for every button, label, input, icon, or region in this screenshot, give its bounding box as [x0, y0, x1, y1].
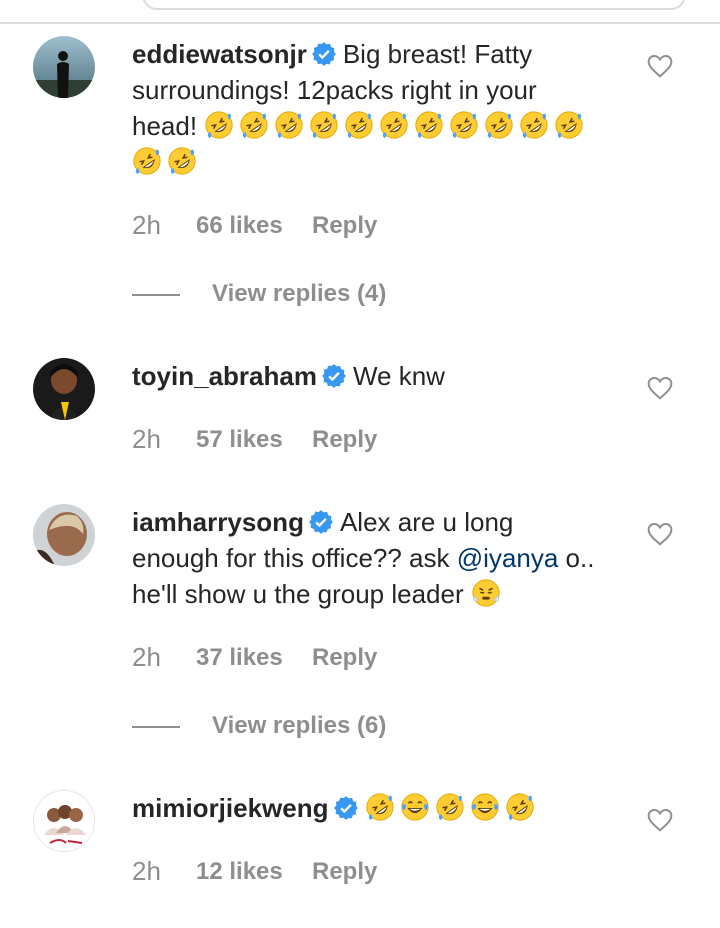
- rofl-emoji-icon: [168, 147, 196, 175]
- divider: [0, 22, 720, 24]
- top-bar: [0, 0, 720, 26]
- mention-link[interactable]: @iyanya: [457, 543, 559, 573]
- joy-emoji-icon: [400, 793, 429, 821]
- comment-username[interactable]: mimiorjiekweng: [132, 793, 329, 823]
- rofl-emoji-icon: [485, 111, 513, 139]
- comment-body: mimiorjiekweng: [132, 790, 602, 826]
- comment-time: 2h: [132, 856, 161, 886]
- rofl-emoji-icon: [415, 111, 443, 139]
- emoji-row: [365, 793, 540, 823]
- heart-outline-icon[interactable]: [647, 808, 673, 832]
- likes-count[interactable]: 37 likes: [196, 644, 283, 672]
- rofl-emoji-icon: [240, 111, 268, 139]
- replies-dash: [132, 294, 180, 296]
- reply-button[interactable]: Reply: [312, 212, 377, 240]
- view-replies-label[interactable]: View replies (4): [212, 280, 386, 308]
- likes-count[interactable]: 57 likes: [196, 426, 283, 454]
- avatar[interactable]: [33, 358, 95, 420]
- comment-text: We knw: [352, 361, 445, 391]
- comment-time: 2h: [132, 424, 161, 454]
- rofl-emoji-icon: [365, 793, 394, 821]
- heart-outline-icon[interactable]: [647, 522, 673, 546]
- rofl-emoji-icon: [345, 111, 373, 139]
- search-bar[interactable]: [142, 0, 686, 10]
- view-replies-button[interactable]: View replies (6): [132, 712, 432, 742]
- rofl-emoji-icon: [380, 111, 408, 139]
- avatar[interactable]: [33, 36, 95, 98]
- verified-badge-icon: [309, 510, 333, 534]
- rofl-emoji-icon: [133, 147, 161, 175]
- comment-time: 2h: [132, 642, 161, 672]
- reply-button[interactable]: Reply: [312, 858, 377, 886]
- rofl-emoji-icon: [450, 111, 478, 139]
- rofl-emoji-icon: [435, 793, 464, 821]
- comment-username[interactable]: toyin_abraham: [132, 361, 317, 391]
- verified-badge-icon: [333, 796, 358, 820]
- likes-count[interactable]: 12 likes: [196, 858, 283, 886]
- verified-badge-icon: [311, 42, 336, 66]
- avatar[interactable]: [33, 504, 95, 566]
- reply-button[interactable]: Reply: [312, 426, 377, 454]
- emoji-row: [471, 579, 506, 609]
- heart-outline-icon[interactable]: [647, 376, 673, 400]
- joy-emoji-icon: [470, 793, 499, 821]
- verified-badge-icon: [322, 364, 346, 388]
- comment-time: 2h: [132, 210, 161, 240]
- comment-username[interactable]: eddiewatsonjr: [132, 39, 307, 69]
- comment-username[interactable]: iamharrysong: [132, 507, 304, 537]
- rofl-emoji-icon: [505, 793, 534, 821]
- rofl-emoji-icon: [205, 111, 233, 139]
- comment-body: iamharrysong Alex are u long enough for t…: [132, 504, 602, 612]
- rofl-emoji-icon: [275, 111, 303, 139]
- rofl-emoji-icon: [555, 111, 583, 139]
- view-replies-button[interactable]: View replies (4): [132, 280, 432, 310]
- rofl-emoji-icon: [520, 111, 548, 139]
- heart-outline-icon[interactable]: [647, 54, 673, 78]
- comment-body: eddiewatsonjr Big breast! Fatty surroundi…: [132, 36, 602, 180]
- steam-face-emoji-icon: [472, 579, 500, 607]
- reply-button[interactable]: Reply: [312, 644, 377, 672]
- rofl-emoji-icon: [310, 111, 338, 139]
- emoji-row: [132, 111, 589, 177]
- avatar[interactable]: [33, 790, 95, 852]
- view-replies-label[interactable]: View replies (6): [212, 712, 386, 740]
- comment-body: toyin_abraham We knw: [132, 358, 602, 394]
- likes-count[interactable]: 66 likes: [196, 212, 283, 240]
- replies-dash: [132, 726, 180, 728]
